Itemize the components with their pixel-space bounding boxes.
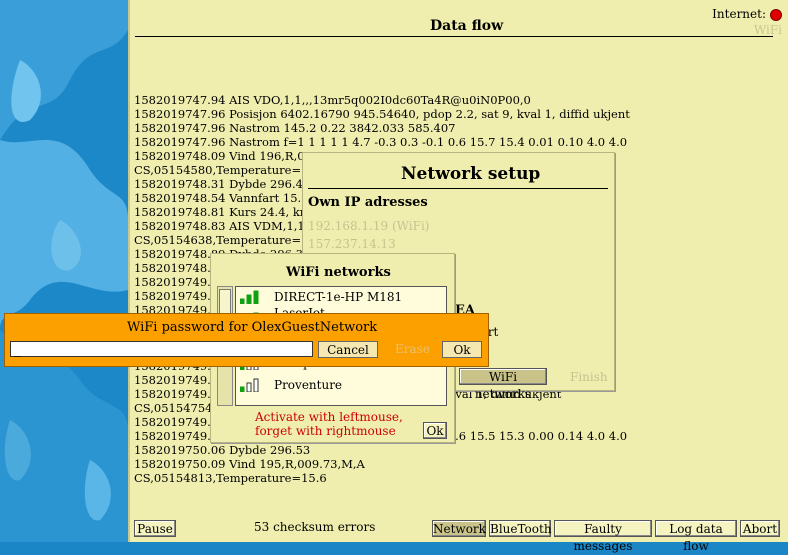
title-divider	[135, 36, 773, 37]
faulty-messages-button[interactable]: Faulty messages	[554, 520, 652, 553]
log-line: CS,05154813,Temperature=15.6	[134, 471, 327, 485]
wifi-status-label: WiFi	[753, 23, 782, 37]
log-line: 1582019747.94 AIS VDO,1,1,,,13mr5q002I0d…	[134, 93, 531, 107]
wifi-network-item[interactable]: Proventure	[236, 377, 446, 393]
network-setup-divider	[308, 188, 608, 189]
wifi-network-name: Proventure	[274, 378, 343, 392]
wifi-networks-button[interactable]: WiFi networks	[459, 368, 547, 401]
own-ip-2: 157.237.14.13	[308, 237, 396, 251]
signal-strength-icon	[240, 378, 259, 392]
log-line: 1582019747.96 Posisjon 6402.16790 945.54…	[134, 107, 630, 121]
password-dialog-title: WiFi password for OlexGuestNetwork	[127, 320, 378, 335]
own-ip-heading: Own IP adresses	[308, 195, 428, 210]
abort-button[interactable]: Abort	[740, 520, 780, 537]
wifi-networks-title: WiFi networks	[286, 265, 391, 280]
network-button[interactable]: Network	[432, 520, 486, 537]
wifi-hint: Activate with leftmouse, forget with rig…	[255, 410, 403, 438]
finish-button[interactable]: Finish	[570, 370, 608, 384]
erase-button[interactable]: Erase	[395, 342, 430, 356]
own-ip-wifi: 192.168.1.19 (WiFi)	[308, 219, 430, 233]
log-line: 1582019747.96 Nastrom f=1 1 1 1 1 4.7 -0…	[134, 135, 628, 149]
page-title: Data flow	[430, 18, 504, 34]
log-line: 1582019750.09 Vind 195,R,009.73,M,A	[134, 457, 365, 471]
signal-strength-icon	[240, 290, 259, 304]
network-setup-title: Network setup	[401, 164, 541, 184]
bluetooth-button[interactable]: BlueTooth	[489, 520, 552, 537]
wifi-ok-button[interactable]: Ok	[423, 422, 447, 439]
cancel-button[interactable]: Cancel	[318, 341, 378, 358]
internet-status-icon	[770, 9, 782, 21]
log-line: 1582019750.06 Dybde 296.53	[134, 443, 311, 457]
password-input[interactable]: _	[10, 341, 313, 357]
chart-background-sea	[0, 0, 128, 542]
pause-button[interactable]: Pause	[134, 520, 176, 537]
checksum-status: 53 checksum errors	[254, 520, 376, 534]
internet-status-label: Internet:	[712, 7, 766, 21]
wifi-network-item[interactable]: DIRECT-1e-HP M181 LaserJet	[236, 289, 446, 320]
log-data-flow-button[interactable]: Log data flow	[655, 520, 737, 553]
password-ok-button[interactable]: Ok	[442, 341, 482, 358]
wifi-password-dialog: WiFi password for OlexGuestNetwork _ Can…	[4, 313, 489, 367]
log-line: 1582019747.96 Nastrom 145.2 0.22 3842.03…	[134, 121, 456, 135]
